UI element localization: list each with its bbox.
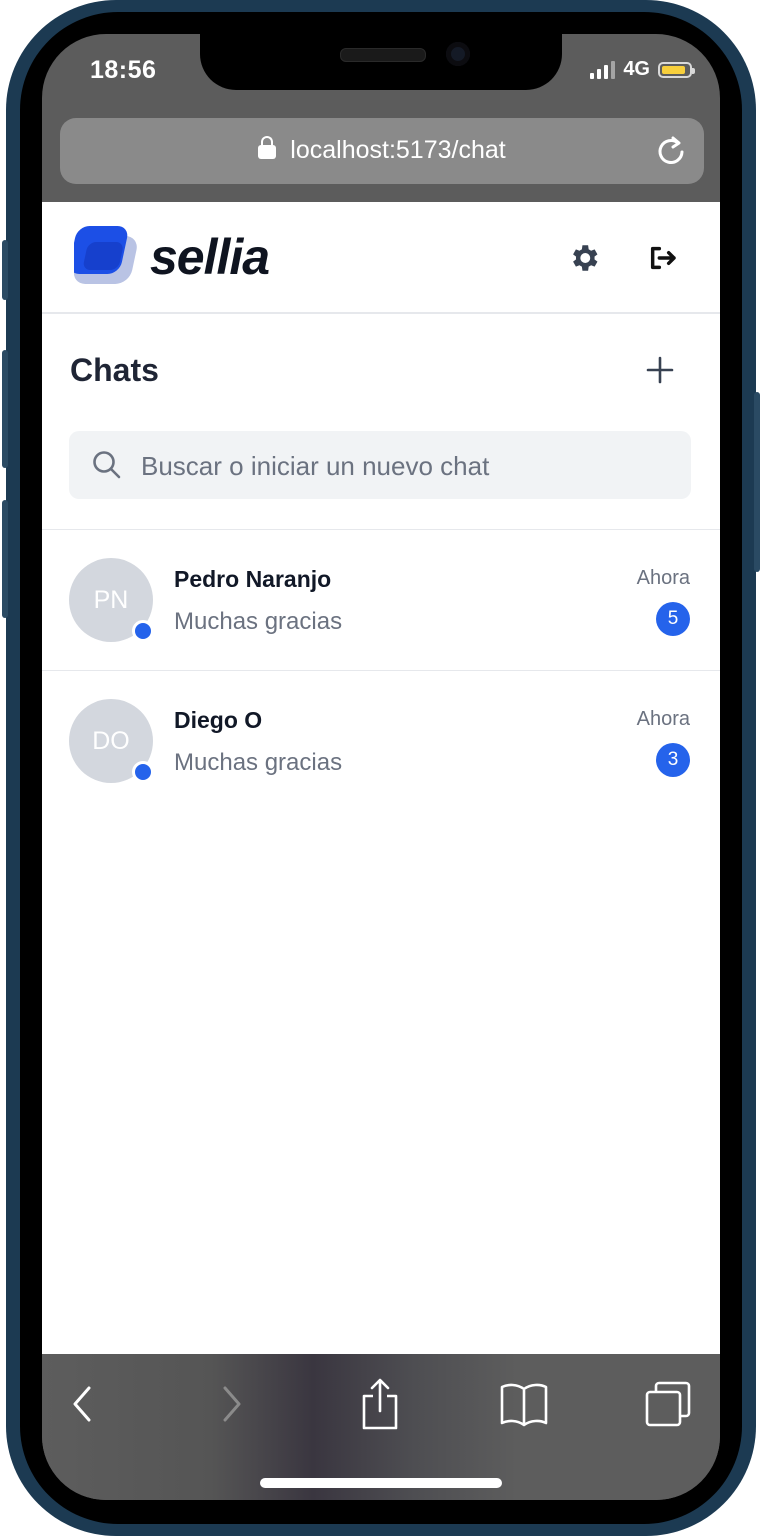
search-box[interactable] bbox=[69, 431, 691, 501]
chats-title: Chats bbox=[70, 352, 159, 388]
volume-down-button bbox=[2, 500, 8, 618]
url-display[interactable]: localhost:5173/chat bbox=[60, 136, 704, 165]
chat-item-pedro-naranjo[interactable]: PN Pedro Naranjo Muchas gracias Ahora 5 bbox=[42, 530, 720, 670]
chat-page: sellia Chats Buscar o iniciar un nuevo c… bbox=[42, 202, 720, 1500]
screen: 18:56 4G localhost:5173/chat sellia Chat… bbox=[42, 34, 720, 1500]
logo-mark-icon bbox=[74, 226, 137, 284]
chat-time: Ahora bbox=[636, 708, 690, 730]
logout-icon bbox=[650, 246, 676, 270]
signal-icon bbox=[590, 60, 616, 79]
chat-preview: Muchas gracias bbox=[174, 608, 343, 635]
notch bbox=[200, 34, 562, 90]
battery-icon bbox=[658, 61, 695, 78]
search-icon bbox=[93, 451, 121, 479]
online-indicator bbox=[132, 620, 154, 642]
reload-icon[interactable] bbox=[654, 134, 688, 168]
logout-button[interactable] bbox=[642, 238, 682, 278]
back-button[interactable] bbox=[52, 1376, 112, 1432]
bookmarks-icon bbox=[500, 1383, 548, 1427]
sellia-logo[interactable]: sellia bbox=[74, 224, 270, 290]
share-icon bbox=[362, 1378, 398, 1430]
home-indicator[interactable] bbox=[260, 1478, 502, 1488]
settings-icon bbox=[573, 245, 598, 271]
url-text: localhost:5173/chat bbox=[290, 136, 506, 164]
volume-up-button bbox=[2, 350, 8, 468]
forward-icon bbox=[223, 1386, 241, 1422]
search-input[interactable] bbox=[139, 431, 683, 501]
tabs-button[interactable] bbox=[638, 1376, 698, 1432]
chat-item-diego-o[interactable]: DO Diego O Muchas gracias Ahora 3 bbox=[42, 671, 720, 811]
browser-toolbar bbox=[42, 1354, 720, 1500]
network-type: 4G bbox=[623, 58, 650, 80]
bookmarks-button[interactable] bbox=[494, 1376, 554, 1432]
power-button bbox=[754, 392, 760, 572]
tabs-icon bbox=[645, 1381, 691, 1427]
new-chat-plus-icon[interactable] bbox=[640, 350, 680, 390]
chat-preview: Muchas gracias bbox=[174, 749, 343, 776]
app-header: sellia bbox=[42, 202, 720, 314]
chat-time: Ahora bbox=[636, 567, 690, 589]
online-indicator bbox=[132, 761, 154, 783]
chat-name: Diego O bbox=[174, 707, 263, 733]
front-camera bbox=[446, 42, 470, 66]
chat-name: Pedro Naranjo bbox=[174, 566, 332, 592]
mute-switch bbox=[2, 240, 8, 300]
unread-badge: 5 bbox=[656, 602, 690, 636]
forward-button[interactable] bbox=[202, 1376, 262, 1432]
lock-icon bbox=[258, 136, 277, 159]
back-icon bbox=[73, 1386, 91, 1422]
share-button[interactable] bbox=[350, 1376, 410, 1432]
status-time: 18:56 bbox=[90, 56, 157, 84]
unread-badge: 3 bbox=[656, 743, 690, 777]
logo-text: sellia bbox=[150, 229, 270, 285]
address-bar[interactable]: localhost:5173/chat bbox=[60, 118, 704, 184]
speaker-grille bbox=[340, 48, 426, 62]
settings-button[interactable] bbox=[564, 238, 604, 278]
status-indicators: 4G bbox=[590, 58, 695, 81]
